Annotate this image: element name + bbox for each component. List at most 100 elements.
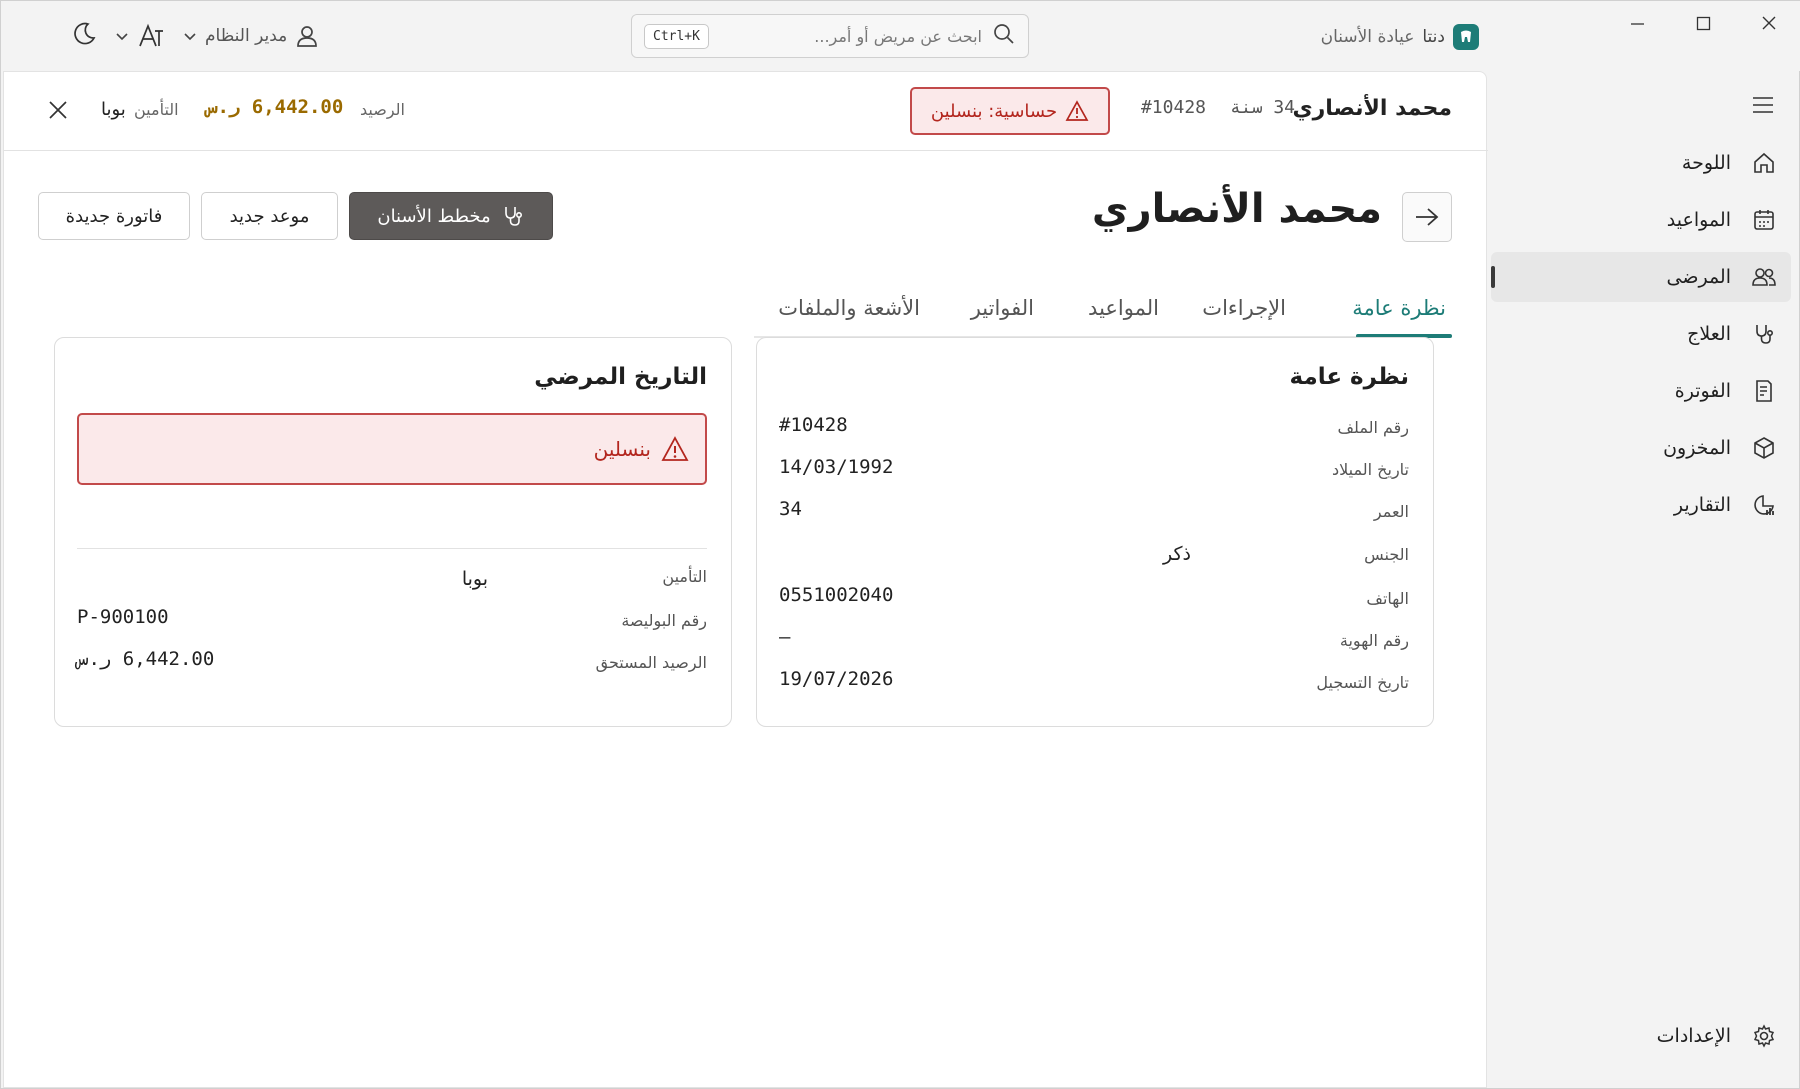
patient-tabs: نظرة عامة الإجراءات المواعيد الفواتير ال…	[754, 282, 1452, 338]
text-size-icon	[139, 23, 163, 47]
sidebar-item-label: الفوترة	[1674, 380, 1731, 402]
context-insurance-label: التأمين	[134, 100, 179, 119]
policy-number-label: رقم البوليصة	[621, 611, 707, 630]
new-appointment-button[interactable]: موعد جديد	[201, 192, 338, 240]
sidebar: اللوحة المواعيد المرضى العلاج الفوترة ال…	[1483, 71, 1799, 1088]
sidebar-item-settings[interactable]: الإعدادات	[1491, 1011, 1791, 1061]
sidebar-item-treatment[interactable]: العلاج	[1491, 309, 1791, 359]
sidebar-item-appointments[interactable]: المواعيد	[1491, 195, 1791, 245]
sidebar-item-dashboard[interactable]: اللوحة	[1491, 138, 1791, 188]
app-subtitle: عيادة الأسنان	[1320, 27, 1415, 47]
maximize-window-button[interactable]	[1671, 1, 1735, 45]
tab-xrays-files[interactable]: الأشعة والملفات	[778, 296, 920, 320]
tab-procedures[interactable]: الإجراءات	[1202, 296, 1286, 320]
chart-icon	[1751, 492, 1777, 518]
back-button[interactable]	[1402, 192, 1452, 242]
search-input[interactable]: ابحث عن مريض أو أمر...	[709, 27, 982, 46]
text-size-button[interactable]	[115, 22, 165, 50]
sidebar-item-label: التقارير	[1673, 494, 1731, 516]
minimize-icon	[1630, 22, 1644, 25]
national-id-value: —	[779, 626, 791, 648]
allergy-alert: بنسلين	[77, 413, 707, 485]
theme-toggle-button[interactable]	[71, 21, 97, 51]
patient-context-bar: محمد الأنصاري 34 سنة #10428 حساسية: بنسل…	[4, 72, 1488, 151]
tab-overview[interactable]: نظرة عامة	[1352, 296, 1446, 320]
arrow-right-icon	[1416, 208, 1439, 226]
title-bar: دنتا عيادة الأسنان ابحث عن مريض أو أمر..…	[1, 1, 1800, 71]
age-label: العمر	[1373, 502, 1409, 521]
file-number-value: #10428	[779, 414, 848, 436]
search-icon	[992, 22, 1016, 50]
context-file-number: #10428	[1140, 97, 1206, 118]
allergy-alert-label: بنسلين	[593, 437, 651, 461]
insurance-label: التأمين	[662, 567, 707, 586]
medical-history-card: التاريخ المرضي بنسلين التأمين بوبا رقم ا…	[54, 337, 732, 727]
home-icon	[1751, 150, 1777, 176]
section-divider	[77, 548, 707, 549]
new-invoice-button-label: فاتورة جديدة	[65, 205, 163, 227]
hamburger-icon	[1753, 97, 1773, 113]
gender-label: الجنس	[1364, 545, 1409, 564]
warning-icon	[1065, 100, 1089, 121]
sidebar-item-label: المواعيد	[1666, 209, 1731, 231]
close-patient-button[interactable]	[44, 96, 72, 124]
maximize-icon	[1696, 16, 1710, 30]
context-patient-age: 34 سنة	[1229, 97, 1295, 118]
policy-number-value: P-900100	[77, 606, 169, 628]
sidebar-item-label: المخزون	[1663, 437, 1731, 459]
stethoscope-icon	[1751, 321, 1777, 347]
sidebar-item-billing[interactable]: الفوترة	[1491, 366, 1791, 416]
overview-card-title: نظرة عامة	[1289, 364, 1409, 390]
warning-icon	[661, 436, 689, 461]
sidebar-item-label: الإعدادات	[1656, 1025, 1731, 1047]
phone-label: الهاتف	[1366, 589, 1409, 608]
context-patient-name: محمد الأنصاري	[1292, 96, 1452, 121]
context-insurance-value: بوبا	[101, 99, 126, 120]
logo-icon	[1453, 24, 1479, 50]
search-shortcut-badge: Ctrl+K	[644, 23, 709, 49]
new-invoice-button[interactable]: فاتورة جديدة	[38, 192, 190, 240]
phone-value: 0551002040	[779, 584, 894, 606]
app-window: دنتا عيادة الأسنان ابحث عن مريض أو أمر..…	[0, 0, 1800, 1089]
menu-toggle-button[interactable]	[1749, 91, 1777, 119]
registration-date-value: 19/07/2026	[779, 668, 894, 690]
page-title: محمد الأنصاري	[1091, 186, 1382, 232]
sidebar-item-inventory[interactable]: المخزون	[1491, 423, 1791, 473]
national-id-label: رقم الهوية	[1339, 631, 1409, 650]
user-icon	[297, 26, 318, 47]
sidebar-item-reports[interactable]: التقارير	[1491, 480, 1791, 530]
outstanding-balance-value: 6,442.00 ر.س	[77, 648, 215, 670]
context-balance-value: 6,442.00 ر.س	[206, 96, 344, 118]
close-icon	[1762, 16, 1776, 30]
people-icon	[1751, 264, 1777, 290]
global-search[interactable]: ابحث عن مريض أو أمر... Ctrl+K	[631, 14, 1029, 58]
gear-icon	[1751, 1023, 1777, 1049]
app-name: دنتا	[1422, 27, 1445, 47]
allergy-badge-label: حساسية: بنسلين	[930, 100, 1058, 122]
tab-invoices[interactable]: الفواتير	[971, 296, 1034, 320]
minimize-window-button[interactable]	[1605, 1, 1669, 45]
box-icon	[1751, 435, 1777, 461]
invoice-icon	[1751, 378, 1777, 404]
dental-chart-button[interactable]: مخطط الأسنان	[349, 192, 553, 240]
app-brand: دنتا عيادة الأسنان	[1321, 23, 1479, 51]
birthdate-label: تاريخ الميلاد	[1332, 460, 1409, 479]
stethoscope-icon	[504, 207, 522, 226]
sidebar-item-label: المرضى	[1666, 266, 1731, 288]
age-value: 34	[779, 498, 802, 520]
chevron-down-icon	[116, 33, 128, 41]
user-menu[interactable]: مدير النظام	[183, 24, 319, 48]
outstanding-balance-label: الرصيد المستحق	[595, 653, 707, 672]
close-window-button[interactable]	[1737, 1, 1800, 45]
birthdate-value: 14/03/1992	[779, 456, 894, 478]
overview-card: نظرة عامة رقم الملف #10428 تاريخ الميلاد…	[756, 337, 1434, 727]
file-number-label: رقم الملف	[1337, 418, 1409, 437]
sidebar-item-patients[interactable]: المرضى	[1491, 252, 1791, 302]
tab-appointments[interactable]: المواعيد	[1088, 296, 1159, 320]
context-balance-label: الرصيد	[360, 100, 405, 119]
sidebar-item-label: اللوحة	[1681, 152, 1731, 174]
insurance-value: بوبا	[461, 568, 488, 590]
calendar-icon	[1751, 207, 1777, 233]
close-icon	[49, 101, 67, 119]
gender-value: ذكر	[1163, 543, 1191, 565]
